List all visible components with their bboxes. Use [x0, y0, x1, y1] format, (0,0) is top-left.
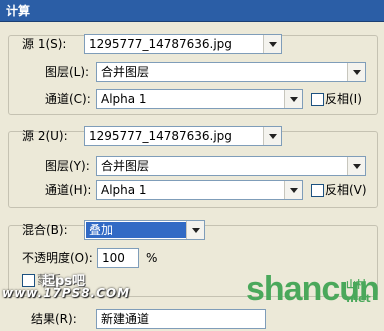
chevron-down-icon[interactable]	[284, 181, 302, 199]
blend-mode-value: 叠加	[86, 222, 186, 238]
chevron-down-icon[interactable]	[347, 157, 365, 175]
opacity-input[interactable]: 100	[97, 248, 139, 268]
chevron-down-icon[interactable]	[263, 127, 281, 145]
blend-label: 混合(B):	[22, 223, 68, 237]
result-select[interactable]: 新建通道	[96, 309, 266, 329]
source2-channel-label: 通道(H):	[45, 183, 92, 197]
opacity-unit: %	[146, 251, 158, 265]
source2-invert-checkbox[interactable]	[311, 184, 324, 197]
dialog-title: 计算	[0, 0, 384, 22]
source1-file-select[interactable]: 1295777_14787636.jpg	[84, 34, 282, 54]
source2-file-value: 1295777_14787636.jpg	[89, 129, 232, 143]
source1-layer-label: 图层(L):	[45, 65, 90, 79]
source2-layer-label: 图层(Y):	[45, 159, 90, 173]
watermark-right-net: .net	[346, 292, 371, 305]
source2-layer-select[interactable]: 合并图层	[96, 156, 366, 176]
source2-channel-select[interactable]: Alpha 1	[96, 180, 303, 200]
source2-label: 源 2(U):	[22, 129, 68, 143]
result-label: 结果(R):	[31, 312, 77, 326]
source1-channel-select[interactable]: Alpha 1	[96, 89, 303, 109]
result-value: 新建通道	[101, 312, 150, 326]
source2-layer-value: 合并图层	[101, 159, 150, 173]
chevron-down-icon[interactable]	[284, 90, 302, 108]
watermark-left-site: www.17PS8.COM	[2, 286, 131, 300]
source2-invert-label[interactable]: 反相(V)	[325, 180, 367, 200]
source1-channel-value: Alpha 1	[101, 92, 147, 106]
source2-file-select[interactable]: 1295777_14787636.jpg	[84, 126, 282, 146]
source1-file-value: 1295777_14787636.jpg	[89, 37, 232, 51]
source1-channel-label: 通道(C):	[45, 92, 91, 106]
chevron-down-icon[interactable]	[347, 63, 365, 81]
source1-invert-checkbox[interactable]	[311, 93, 324, 106]
chevron-down-icon[interactable]	[186, 221, 204, 239]
opacity-label: 不透明度(O):	[22, 251, 93, 265]
source2-channel-value: Alpha 1	[101, 183, 147, 197]
source1-label: 源 1(S):	[22, 37, 67, 51]
source1-invert-label[interactable]: 反相(I)	[325, 89, 362, 109]
chevron-down-icon[interactable]	[263, 35, 281, 53]
source1-layer-value: 合并图层	[101, 65, 150, 79]
source1-layer-select[interactable]: 合并图层	[96, 62, 366, 82]
blend-mode-select[interactable]: 叠加	[84, 220, 205, 240]
watermark-right-sub: 山村	[346, 280, 366, 291]
